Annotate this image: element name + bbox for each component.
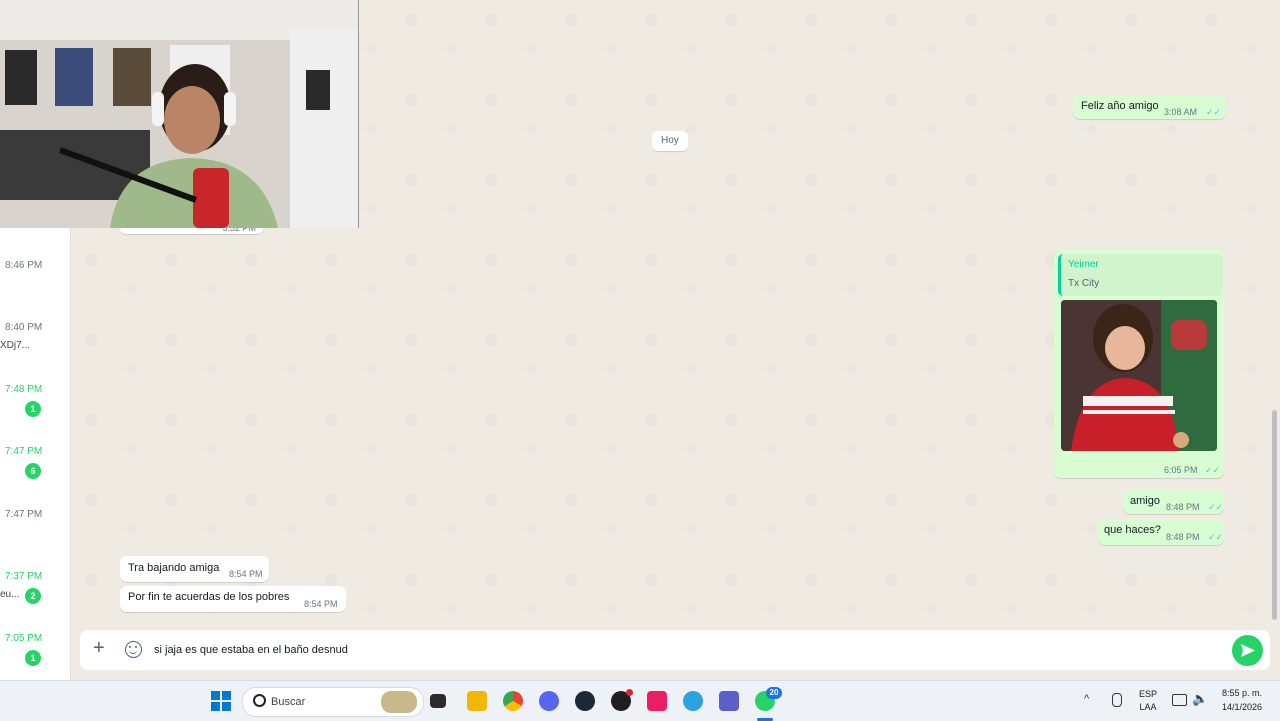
windows-taskbar: Buscar 20 ^ ESP LAA 🔈 8:55 p. m. 14/1/20… [0, 680, 1280, 721]
telegram-icon[interactable] [683, 691, 703, 711]
chat-time: 7:05 PM [5, 633, 43, 644]
language-code[interactable]: ESP [1136, 689, 1160, 699]
send-icon [1241, 644, 1255, 657]
chat-time: 7:47 PM [5, 446, 43, 457]
file-explorer-icon[interactable] [467, 691, 487, 711]
chat-scrollbar[interactable] [1272, 410, 1277, 620]
read-receipt-icon: ✓✓ [1208, 532, 1224, 542]
message-text: Tra bajando amiga [128, 562, 220, 574]
message-bubble-outgoing[interactable]: Feliz año amigo 3:08 AM ✓✓ [1073, 95, 1226, 119]
quoted-text: Tx City [1068, 278, 1100, 289]
clock-date[interactable]: 14/1/2026 [1212, 702, 1272, 712]
message-bubble-incoming[interactable]: Por fin te acuerdas de los pobres 8:54 P… [120, 586, 346, 612]
chat-snippet: eu... [0, 589, 20, 600]
message-bubble-outgoing-media[interactable]: Yeimer Tx City 6:05 PM ✓✓ [1054, 250, 1224, 478]
search-placeholder: Buscar [271, 696, 306, 708]
message-time: 8:48 PM [1166, 532, 1200, 542]
chrome-icon[interactable] [503, 691, 523, 711]
send-button[interactable] [1232, 635, 1263, 666]
message-time: 8:54 PM [229, 569, 263, 579]
webcam-overlay [0, 0, 359, 228]
shared-image[interactable] [1061, 300, 1217, 451]
tray-overflow-chevron-icon[interactable]: ^ [1084, 693, 1089, 705]
taskbar-search-box[interactable]: Buscar [242, 687, 424, 717]
microphone-icon[interactable] [1112, 693, 1122, 707]
chat-time: 7:37 PM [5, 571, 43, 582]
attach-plus-icon[interactable]: + [93, 638, 105, 658]
read-receipt-icon: ✓✓ [1206, 107, 1222, 117]
volume-icon[interactable]: 🔈 [1192, 691, 1208, 707]
chat-list-item[interactable]: 8:40 PM XDj7... [0, 317, 70, 377]
network-icon[interactable] [1172, 694, 1187, 706]
message-text: Por fin te acuerdas de los pobres [128, 591, 290, 603]
date-separator: Hoy [652, 131, 688, 151]
read-receipt-icon: ✓✓ [1205, 465, 1221, 475]
message-text: Feliz año amigo [1081, 100, 1159, 112]
chat-snippet: XDj7... [0, 340, 31, 351]
quoted-author: Yeimer [1068, 259, 1099, 270]
message-bubble-outgoing[interactable]: amigo 8:48 PM ✓✓ [1123, 490, 1224, 514]
message-text: que haces? [1104, 524, 1161, 536]
keyboard-layout[interactable]: LAA [1136, 702, 1160, 712]
chat-time: 8:46 PM [5, 260, 43, 271]
message-input[interactable] [154, 640, 1214, 660]
unread-badge: 1 [25, 650, 41, 666]
whatsapp-badge: 20 [766, 687, 782, 699]
message-bubble-outgoing[interactable]: que haces? 8:48 PM ✓✓ [1098, 519, 1224, 545]
notification-dot [626, 689, 633, 696]
message-time: 3:08 AM [1164, 107, 1198, 117]
unread-badge: 6 [25, 463, 41, 479]
message-text: amigo [1130, 495, 1160, 507]
shared-photo-illustration [1061, 300, 1217, 451]
chat-list-item[interactable]: 7:05 PM 1 [0, 628, 70, 688]
chat-list-item[interactable]: 7:48 PM 1 [0, 379, 70, 439]
windows-start-icon[interactable] [211, 691, 231, 711]
chat-time: 8:40 PM [5, 322, 43, 333]
sticker-icon[interactable] [125, 641, 142, 658]
message-bubble-incoming[interactable]: Tra bajando amiga 8:54 PM [120, 556, 269, 582]
quoted-reply[interactable]: Yeimer Tx City [1058, 254, 1223, 296]
chat-list-item[interactable]: 7:47 PM [0, 504, 70, 564]
unread-badge: 1 [25, 401, 41, 417]
search-icon [253, 694, 266, 707]
chat-list-item[interactable]: 7:47 PM 6 [0, 441, 70, 501]
chat-time: 7:48 PM [5, 384, 43, 395]
teams-icon[interactable] [719, 691, 739, 711]
search-highlight-image [381, 691, 417, 713]
chat-list-item[interactable]: 8:46 PM [0, 255, 70, 315]
steam-icon[interactable] [575, 691, 595, 711]
message-time: 8:54 PM [304, 599, 338, 609]
message-time: 8:48 PM [1166, 502, 1200, 512]
message-composer: + [80, 630, 1270, 670]
webcam-video-illustration [0, 0, 358, 228]
message-time: 6:05 PM [1164, 465, 1198, 475]
unread-badge: 2 [25, 588, 41, 604]
read-receipt-icon: ✓✓ [1208, 502, 1224, 512]
clock-time[interactable]: 8:55 p. m. [1212, 688, 1272, 698]
chat-list-item[interactable]: 7:37 PM eu... 2 [0, 566, 70, 626]
task-view-icon[interactable] [430, 694, 446, 708]
tiktok-icon[interactable] [647, 691, 667, 711]
discord-icon[interactable] [539, 691, 559, 711]
chat-time: 7:47 PM [5, 509, 43, 520]
